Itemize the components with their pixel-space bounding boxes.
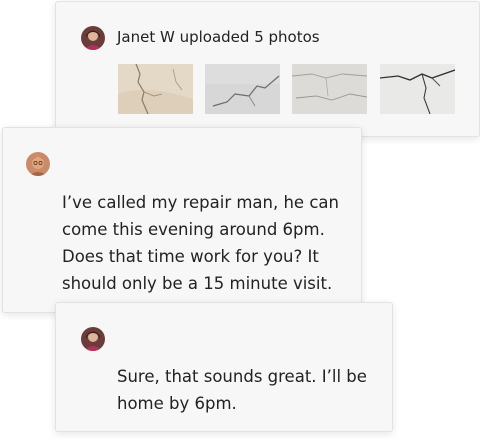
wall-crack-photo-2[interactable] — [205, 64, 280, 114]
upload-notification-text: Janet W uploaded 5 photos — [117, 28, 320, 46]
janet-response-text: Sure, that sounds great. I’ll be home by… — [117, 367, 367, 413]
janet-avatar[interactable] — [81, 26, 105, 50]
message-thread: Janet W uploaded 5 photos I’ve called my… — [0, 0, 480, 445]
upload-notification-card: Janet W uploaded 5 photos — [55, 1, 480, 137]
wall-crack-photo-4[interactable] — [380, 64, 455, 114]
repairman-avatar[interactable] — [26, 152, 50, 176]
wall-crack-photo-3[interactable] — [292, 64, 367, 114]
janet-avatar[interactable] — [81, 327, 105, 351]
repairman-message-card: I’ve called my repair man, he can come t… — [2, 127, 362, 313]
janet-response-card: Sure, that sounds great. I’ll be home by… — [55, 302, 393, 432]
repairman-message-text: I’ve called my repair man, he can come t… — [62, 193, 339, 293]
wall-crack-photo-1[interactable] — [118, 64, 193, 114]
